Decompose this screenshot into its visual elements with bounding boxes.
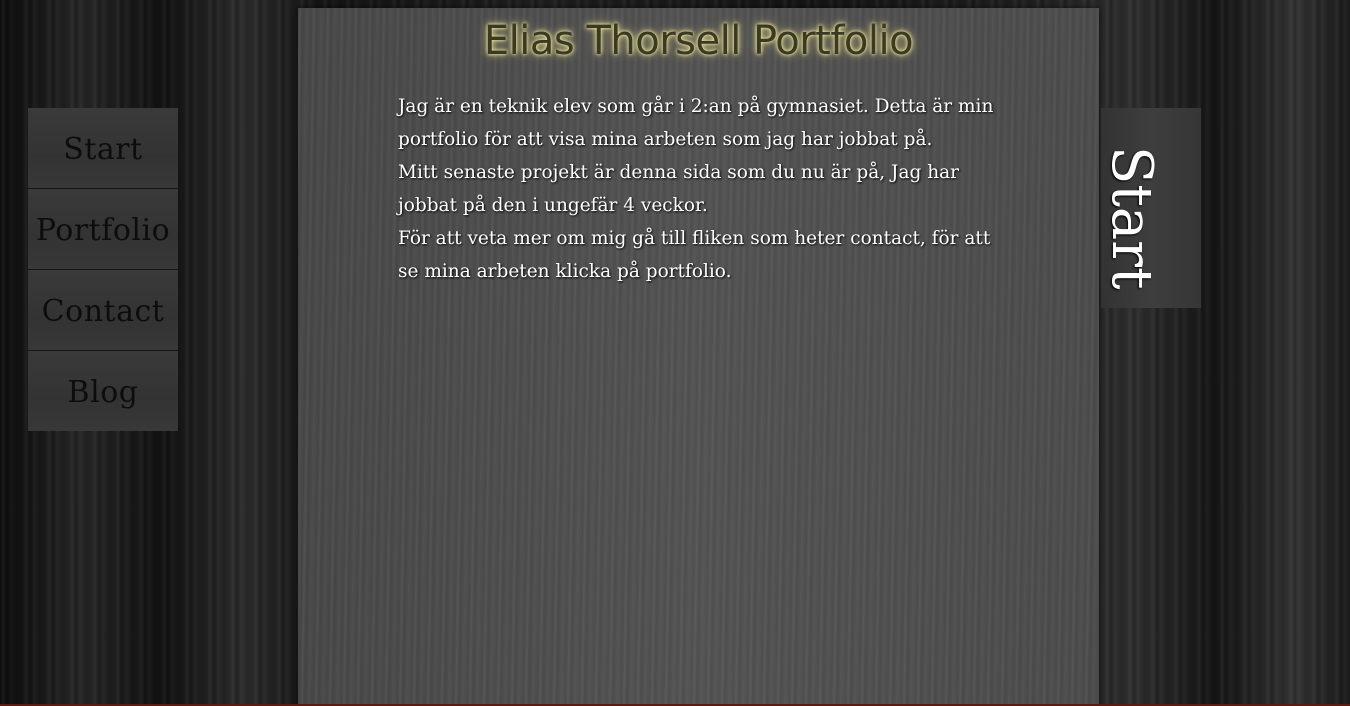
intro-paragraph: Jag är en teknik elev som går i 2:an på …: [398, 96, 994, 150]
sidebar-nav: Start Portfolio Contact Blog: [28, 108, 178, 431]
page-title: Elias Thorsell Portfolio: [483, 18, 914, 64]
intro-paragraph: För att veta mer om mig gå till fliken s…: [398, 228, 991, 282]
main-content-panel: Elias Thorsell Portfolio Jag är en tekni…: [298, 8, 1099, 706]
current-page-label: Start: [1099, 146, 1164, 290]
current-page-tab: Start: [1099, 108, 1201, 308]
intro-paragraph: Mitt senaste projekt är denna sida som d…: [398, 162, 959, 216]
nav-item-blog[interactable]: Blog: [28, 351, 178, 431]
nav-item-contact[interactable]: Contact: [28, 270, 178, 351]
intro-text: Jag är en teknik elev som går i 2:an på …: [398, 90, 998, 288]
nav-item-start[interactable]: Start: [28, 108, 178, 189]
nav-item-portfolio[interactable]: Portfolio: [28, 189, 178, 270]
